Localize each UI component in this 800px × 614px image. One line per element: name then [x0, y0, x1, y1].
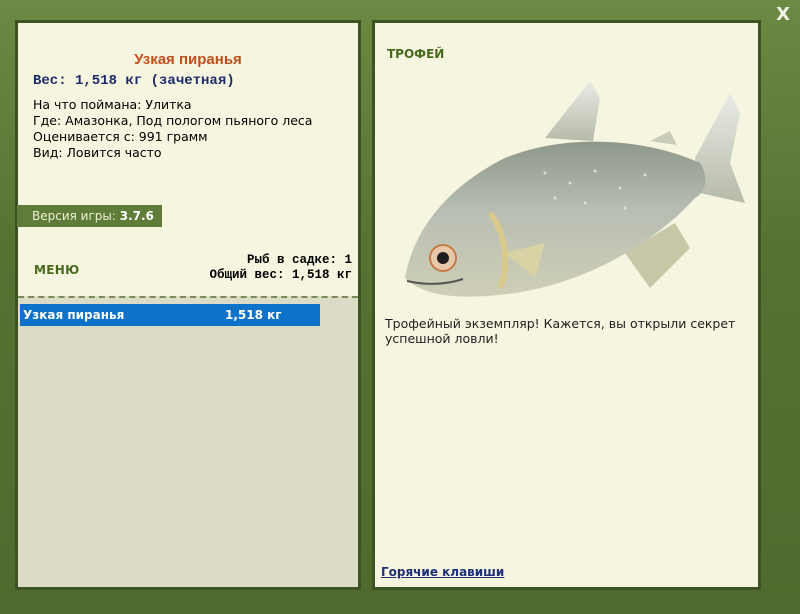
total-weight: Общий вес: 1,518 кг	[209, 268, 352, 282]
version-label: Версия игры:	[32, 209, 116, 223]
rated-line: Оценивается с: 991 грамм	[33, 129, 208, 144]
trophy-label: ТРОФЕЙ	[387, 47, 445, 61]
fish-weight: Вес: 1,518 кг (зачетная)	[33, 73, 235, 89]
catch-weight: 1,518 кг	[225, 308, 282, 322]
version-bar: Версия игры: 3.7.6	[17, 205, 162, 227]
kind-line: Вид: Ловится часто	[33, 145, 162, 160]
catch-name: Узкая пиранья	[23, 308, 125, 322]
hotkeys-link[interactable]: Горячие клавиши	[381, 565, 504, 579]
close-button[interactable]: X	[776, 4, 790, 25]
fish-count: Рыб в садке: 1	[246, 253, 352, 267]
fish-details: На что поймана: Улитка Где: Амазонка, По…	[33, 97, 312, 161]
piranha-image	[405, 81, 745, 297]
fish-name: Узкая пиранья	[134, 51, 242, 68]
version-value: 3.7.6	[119, 209, 154, 223]
menu-button[interactable]: МЕНЮ	[34, 263, 79, 277]
catch-list: Узкая пиранья 1,518 кг	[18, 296, 358, 587]
location-line: Где: Амазонка, Под пологом пьяного леса	[33, 113, 313, 128]
trophy-text: Трофейный экземпляр! Кажется, вы открыли…	[385, 316, 736, 346]
catch-stats: Рыб в садке: 1 Общий вес: 1,518 кг	[209, 253, 352, 283]
fish-info-panel: Узкая пиранья Вес: 1,518 кг (зачетная) Н…	[15, 20, 361, 590]
trophy-panel: ТРОФЕЙ Трофейный экземпляр! Кажется, вы …	[372, 20, 761, 590]
bait-line: На что поймана: Улитка	[33, 97, 192, 112]
list-item[interactable]: Узкая пиранья 1,518 кг	[20, 304, 320, 326]
